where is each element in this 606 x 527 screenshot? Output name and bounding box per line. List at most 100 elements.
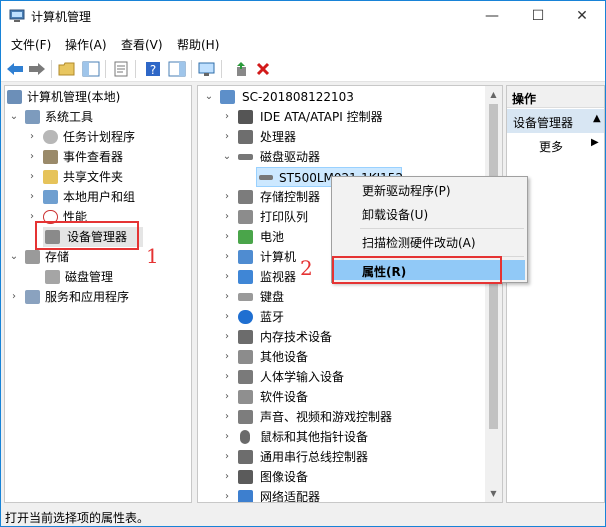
chevron-right-icon[interactable]: › (222, 467, 232, 487)
mouse-icon (240, 430, 250, 444)
event-log-icon (43, 150, 58, 164)
chevron-down-icon[interactable]: ⌄ (9, 247, 19, 267)
chevron-right-icon[interactable]: › (222, 447, 232, 467)
tree-item-disk-management[interactable]: 磁盘管理 (45, 267, 185, 287)
scroll-up-arrow-icon[interactable]: ▲ (485, 86, 502, 103)
annotation-box-properties (332, 256, 502, 284)
device-category-imaging[interactable]: › 图像设备 (220, 467, 480, 487)
printer-icon (238, 210, 253, 224)
device-category-other[interactable]: › 其他设备 (220, 347, 480, 367)
device-category-hid[interactable]: › 人体学输入设备 (220, 367, 480, 387)
show-action-pane-icon[interactable] (167, 59, 187, 79)
device-category-memory-technology[interactable]: › 内存技术设备 (220, 327, 480, 347)
chevron-right-icon[interactable]: › (222, 367, 232, 387)
tree-item-services[interactable]: › 服务和应用程序 (7, 287, 187, 307)
window-title: 计算机管理 (31, 10, 92, 24)
annotation-number-1: 1 (146, 244, 159, 268)
menu-bar: 文件(F) 操作(A) 查看(V) 帮助(H) (1, 31, 605, 55)
device-category-bluetooth[interactable]: › 蓝牙 (220, 307, 480, 327)
chevron-right-icon[interactable]: › (222, 227, 232, 247)
network-adapter-icon (238, 490, 253, 502)
device-category-usb[interactable]: › 通用串行总线控制器 (220, 447, 480, 467)
device-category-ide[interactable]: › IDE ATA/ATAPI 控制器 (220, 107, 480, 127)
memory-icon (238, 330, 253, 344)
chevron-right-icon[interactable]: › (27, 187, 37, 207)
computer-icon (220, 90, 235, 104)
chevron-right-icon[interactable]: › (222, 267, 232, 287)
chevron-down-icon[interactable]: ⌄ (9, 107, 19, 127)
chevron-right-icon[interactable]: › (222, 107, 232, 127)
minimize-button[interactable]: — (469, 1, 515, 31)
device-category-software[interactable]: › 软件设备 (220, 387, 480, 407)
chevron-right-icon[interactable]: › (222, 347, 232, 367)
camera-icon (238, 470, 253, 484)
chevron-right-icon[interactable]: › (222, 307, 232, 327)
chevron-right-icon[interactable]: › (9, 287, 19, 307)
chevron-right-icon[interactable]: › (222, 207, 232, 227)
chevron-right-icon[interactable]: › (222, 287, 232, 307)
device-tree-computer-root[interactable]: ⌄ SC-201808122103 (202, 87, 482, 107)
status-bar: 打开当前选择项的属性表。 (1, 505, 605, 526)
properties-sheet-icon[interactable] (111, 59, 131, 79)
up-folder-icon[interactable] (57, 59, 77, 79)
device-category-keyboards[interactable]: › 键盘 (220, 287, 480, 307)
toolbar-separator (221, 60, 222, 78)
tree-item-storage[interactable]: ⌄ 存储 (7, 247, 187, 267)
shared-folder-icon (43, 170, 58, 184)
forward-arrow-icon[interactable] (27, 59, 47, 79)
uninstall-x-icon[interactable] (253, 59, 273, 79)
tree-item-root[interactable]: 计算机管理(本地) (7, 87, 187, 107)
chevron-right-icon[interactable]: › (222, 327, 232, 347)
menu-item-uninstall-device[interactable]: 卸载设备(U) (362, 206, 428, 223)
chevron-right-icon[interactable]: › (222, 487, 232, 502)
chevron-right-icon[interactable]: › (222, 247, 232, 267)
menu-help[interactable]: 帮助(H) (177, 36, 219, 53)
menu-view[interactable]: 查看(V) (121, 36, 163, 53)
menu-item-scan-hardware[interactable]: 扫描检测硬件改动(A) (362, 234, 476, 251)
device-category-sound[interactable]: › 声音、视频和游戏控制器 (220, 407, 480, 427)
menu-action[interactable]: 操作(A) (65, 36, 107, 53)
tree-item-system-tools[interactable]: ⌄ 系统工具 (7, 107, 187, 127)
menu-separator (360, 228, 524, 229)
help-icon[interactable]: ? (143, 59, 163, 79)
chevron-right-icon[interactable]: › (222, 127, 232, 147)
disk-drive-icon (259, 175, 273, 180)
chevron-right-icon[interactable]: › (222, 427, 232, 447)
scan-hardware-icon[interactable] (197, 59, 217, 79)
tree-item-local-users[interactable]: › 本地用户和组 (25, 187, 185, 207)
chevron-right-icon[interactable]: › (222, 387, 232, 407)
scroll-down-arrow-icon[interactable]: ▼ (485, 485, 502, 502)
device-category-mice[interactable]: › 鼠标和其他指针设备 (220, 427, 480, 447)
maximize-button[interactable]: ☐ (515, 1, 561, 31)
chevron-right-icon[interactable]: › (27, 147, 37, 167)
close-button[interactable]: ✕ (559, 1, 605, 31)
chevron-down-icon[interactable]: ⌄ (204, 87, 214, 107)
chevron-right-icon[interactable]: › (222, 187, 232, 207)
vertical-scrollbar[interactable]: ▲ ▼ (485, 86, 502, 502)
device-category-disk-drives[interactable]: ⌄ 磁盘驱动器 (220, 147, 480, 167)
tree-item-task-scheduler[interactable]: › 任务计划程序 (25, 127, 185, 147)
battery-icon (238, 230, 253, 244)
actions-more[interactable]: 更多 ▶ (507, 135, 604, 155)
device-category-network[interactable]: › 网络适配器 (220, 487, 480, 502)
storage-icon (25, 250, 40, 264)
tree-item-shared-folders[interactable]: › 共享文件夹 (25, 167, 185, 187)
back-arrow-icon[interactable] (5, 59, 25, 79)
actions-section-device-manager[interactable]: 设备管理器 ▲ (507, 109, 604, 133)
storage-controller-icon (238, 190, 253, 204)
update-driver-icon[interactable] (231, 59, 251, 79)
chevron-right-icon[interactable]: › (222, 407, 232, 427)
device-category-processor[interactable]: › 处理器 (220, 127, 480, 147)
chevron-down-icon[interactable]: ⌄ (222, 147, 232, 167)
chevron-right-icon[interactable]: › (27, 167, 37, 187)
show-hide-tree-icon[interactable] (81, 59, 101, 79)
keyboard-icon (238, 293, 253, 301)
chevron-right-icon[interactable]: › (27, 127, 37, 147)
toolbar-separator (135, 60, 136, 78)
menu-item-update-driver[interactable]: 更新驱动程序(P) (362, 182, 451, 199)
tree-item-event-viewer[interactable]: › 事件查看器 (25, 147, 185, 167)
speaker-icon (238, 410, 253, 424)
title-bar: 计算机管理 — ☐ ✕ (1, 1, 605, 31)
menu-file[interactable]: 文件(F) (11, 36, 51, 53)
collapse-triangle-icon[interactable]: ▲ (593, 113, 601, 124)
